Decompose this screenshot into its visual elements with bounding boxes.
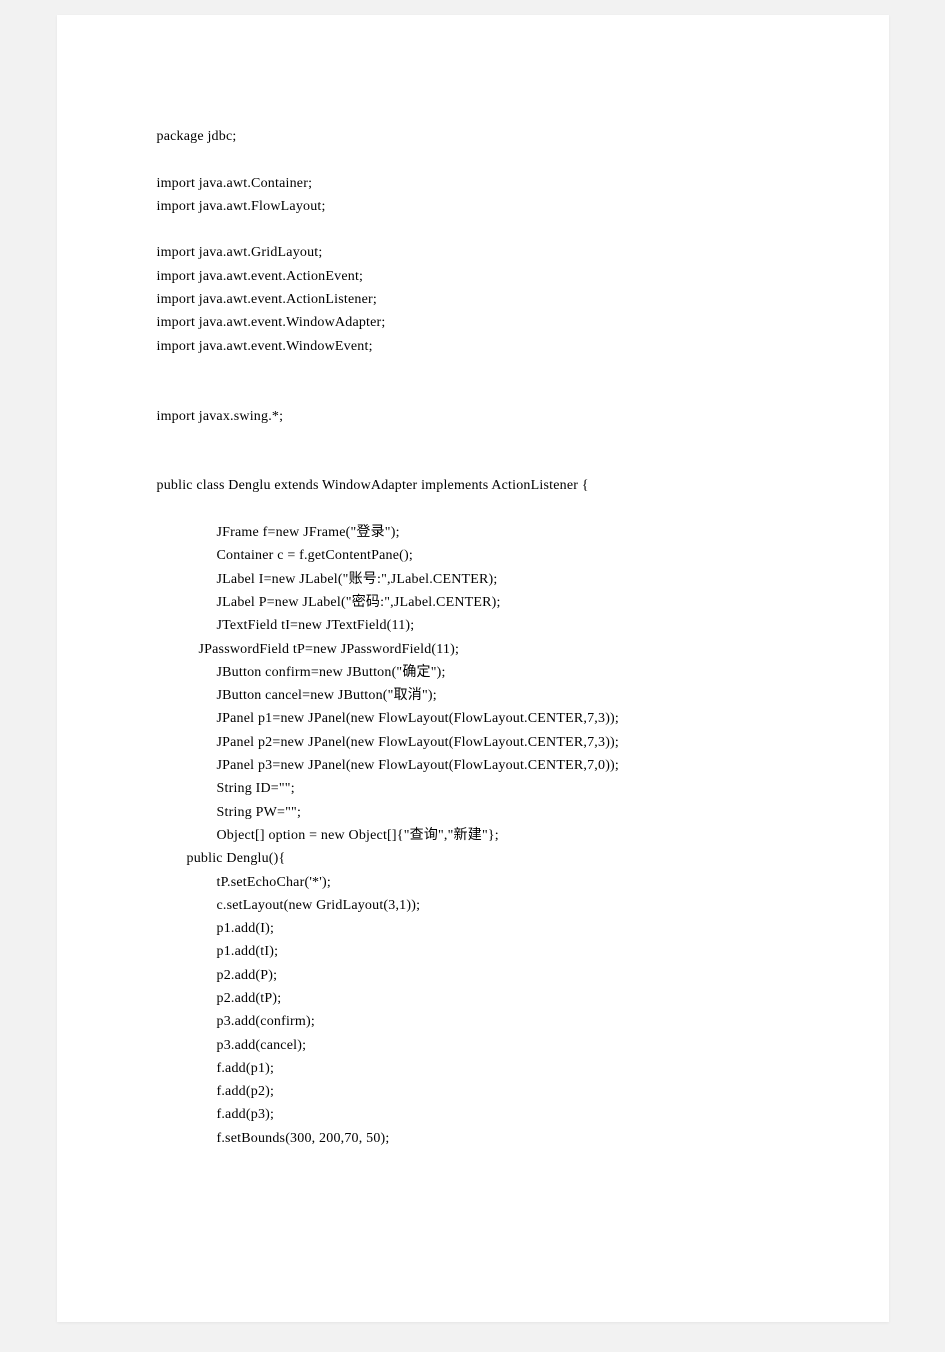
code-line: import java.awt.event.ActionListener; — [157, 288, 789, 311]
code-line: c.setLayout(new GridLayout(3,1)); — [157, 894, 789, 917]
code-line: import java.awt.GridLayout; — [157, 241, 789, 264]
code-line: import java.awt.Container; — [157, 172, 789, 195]
code-line: JFrame f=new JFrame("登录"); — [157, 521, 789, 544]
blank-line — [157, 358, 789, 381]
code-line: String ID=""; — [157, 777, 789, 800]
code-line: JButton confirm=new JButton("确定"); — [157, 661, 789, 684]
code-line: import java.awt.FlowLayout; — [157, 195, 789, 218]
blank-line — [157, 381, 789, 404]
code-line: f.add(p1); — [157, 1057, 789, 1080]
code-line: f.add(p3); — [157, 1103, 789, 1126]
code-line: JLabel I=new JLabel("账号:",JLabel.CENTER)… — [157, 568, 789, 591]
code-line: import java.awt.event.ActionEvent; — [157, 265, 789, 288]
code-line: JPanel p3=new JPanel(new FlowLayout(Flow… — [157, 754, 789, 777]
code-line: tP.setEchoChar('*'); — [157, 871, 789, 894]
code-line: JPanel p1=new JPanel(new FlowLayout(Flow… — [157, 707, 789, 730]
code-line: p3.add(confirm); — [157, 1010, 789, 1033]
code-line: Object[] option = new Object[]{"查询","新建"… — [157, 824, 789, 847]
code-line: JPasswordField tP=new JPasswordField(11)… — [157, 638, 789, 661]
code-line: String PW=""; — [157, 801, 789, 824]
blank-line — [157, 498, 789, 521]
code-line: p1.add(I); — [157, 917, 789, 940]
code-line: f.add(p2); — [157, 1080, 789, 1103]
code-line: import java.awt.event.WindowEvent; — [157, 335, 789, 358]
code-line: import java.awt.event.WindowAdapter; — [157, 311, 789, 334]
code-line: f.setBounds(300, 200,70, 50); — [157, 1127, 789, 1150]
blank-line — [157, 148, 789, 171]
code-line: p2.add(P); — [157, 964, 789, 987]
code-line: public Denglu(){ — [157, 847, 789, 870]
code-line: JButton cancel=new JButton("取消"); — [157, 684, 789, 707]
code-line: JLabel P=new JLabel("密码:",JLabel.CENTER)… — [157, 591, 789, 614]
code-line: JTextField tI=new JTextField(11); — [157, 614, 789, 637]
code-block: package jdbc;import java.awt.Container;i… — [157, 125, 789, 1150]
code-line: p3.add(cancel); — [157, 1034, 789, 1057]
code-line: p2.add(tP); — [157, 987, 789, 1010]
blank-line — [157, 428, 789, 451]
code-line: public class Denglu extends WindowAdapte… — [157, 474, 789, 497]
document-page: package jdbc;import java.awt.Container;i… — [57, 15, 889, 1322]
code-line: p1.add(tI); — [157, 940, 789, 963]
code-line: JPanel p2=new JPanel(new FlowLayout(Flow… — [157, 731, 789, 754]
blank-line — [157, 451, 789, 474]
code-line: package jdbc; — [157, 125, 789, 148]
blank-line — [157, 218, 789, 241]
code-line: import javax.swing.*; — [157, 405, 789, 428]
code-line: Container c = f.getContentPane(); — [157, 544, 789, 567]
